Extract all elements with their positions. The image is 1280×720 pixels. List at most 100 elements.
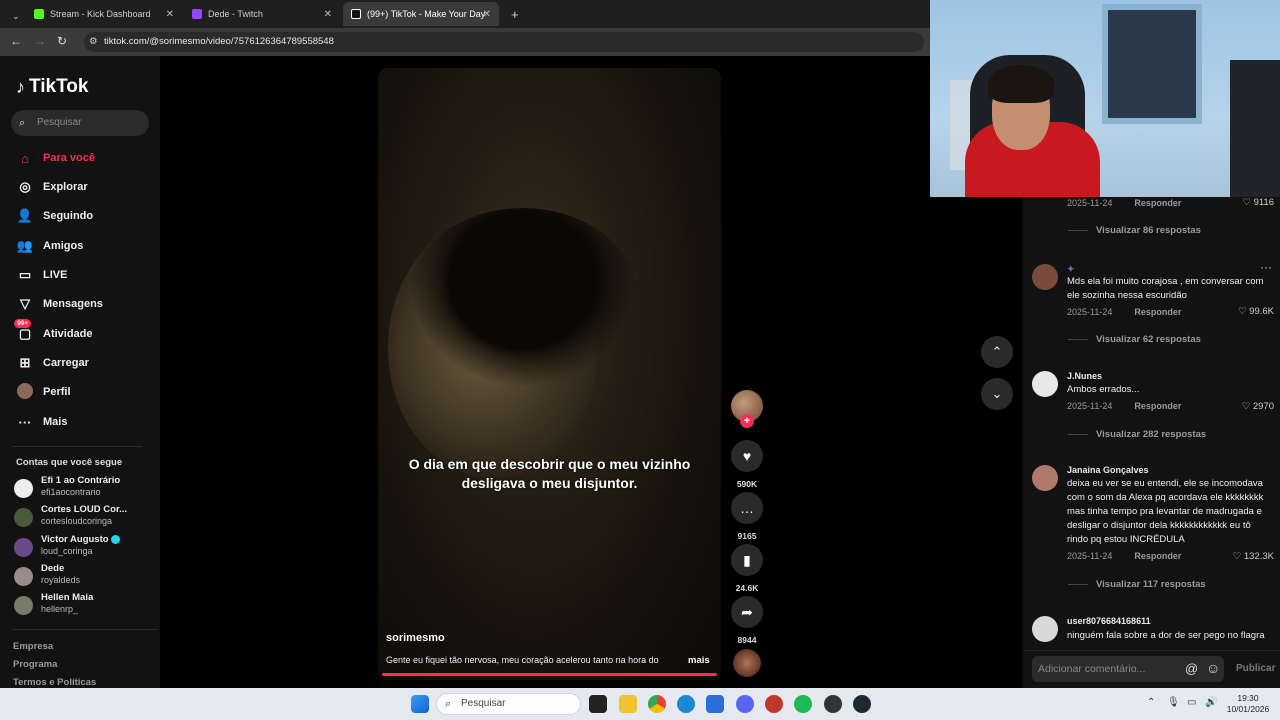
live-icon: ▭ [18, 267, 32, 282]
nav-label: Mensagens [43, 298, 103, 310]
site-info-icon[interactable]: ⚙ [89, 32, 98, 52]
nav-label: Amigos [43, 240, 84, 252]
close-icon[interactable]: ✕ [166, 9, 174, 20]
file-explorer-icon[interactable] [619, 695, 637, 713]
comment-action[interactable]: … 9165 [731, 492, 763, 541]
nav-carregar[interactable]: ⊞ Carregar [16, 353, 89, 373]
bookmark-icon[interactable]: ▮ [731, 544, 763, 576]
view-replies-button[interactable]: Visualizar 62 respostas [1096, 334, 1201, 345]
tab-tiktok[interactable]: (99+) TikTok - Make Your Day ✕ [343, 2, 499, 26]
video-player[interactable] [378, 68, 721, 680]
discord-icon[interactable] [736, 695, 754, 713]
new-tab-button[interactable]: + [503, 2, 519, 26]
share-icon[interactable]: ➦ [731, 596, 763, 628]
taskbar-search[interactable]: ⌕ Pesquisar [436, 693, 581, 715]
comment-author[interactable]: Janaina Gonçalves [1067, 465, 1149, 475]
footer-link-empresa[interactable]: Empresa [13, 641, 53, 652]
profile-icon [16, 382, 34, 402]
browser-tab-bar: ⌄ Stream - Kick Dashboard ✕ Dede - Twitc… [0, 0, 930, 28]
url-input[interactable]: ⚙ tiktok.com/@sorimesmo/video/7576126364… [84, 32, 924, 52]
nav-live[interactable]: ▭ LIVE [16, 265, 68, 285]
avatar[interactable] [1032, 371, 1058, 397]
edge-icon[interactable] [677, 695, 695, 713]
mention-icon[interactable]: @ [1185, 661, 1198, 676]
obs-icon[interactable] [824, 695, 842, 713]
reply-button[interactable]: Responder [1134, 307, 1181, 317]
follow-plus-icon[interactable]: + [740, 414, 754, 428]
reply-button[interactable]: Responder [1134, 198, 1181, 208]
heart-icon[interactable]: ♥ [731, 440, 763, 472]
account-name-text: Victor Augusto [41, 534, 109, 545]
nav-explorar[interactable]: ◎ Explorar [16, 177, 87, 197]
next-video-button[interactable]: ⌄ [981, 378, 1013, 410]
back-icon[interactable]: ← [10, 34, 22, 48]
comment-options-icon[interactable]: ··· [1260, 260, 1272, 274]
account-name: Dede [41, 563, 65, 574]
close-icon[interactable]: ✕ [324, 9, 332, 20]
close-icon[interactable]: ✕ [483, 9, 491, 20]
comment-author-emoji[interactable]: ✦ [1067, 264, 1075, 275]
video-progress-bar[interactable] [382, 673, 717, 676]
previous-video-button[interactable]: ⌃ [981, 336, 1013, 368]
share-action[interactable]: ➦ 8944 [731, 596, 763, 645]
reload-icon[interactable]: ↻ [57, 34, 67, 48]
volume-icon[interactable]: 🔊 [1205, 697, 1217, 708]
view-replies-button[interactable]: Visualizar 282 respostas [1096, 429, 1206, 440]
save-action[interactable]: ▮ 24.6K [731, 544, 763, 593]
tray-chevron-icon[interactable]: ⌃ [1147, 697, 1155, 708]
windows-start-icon[interactable] [411, 695, 429, 713]
video-author[interactable]: sorimesmo [386, 632, 445, 644]
chrome-icon[interactable] [648, 695, 666, 713]
avatar[interactable] [1032, 264, 1058, 290]
following-icon: 👤 [16, 208, 34, 223]
clock-time: 19:30 [1237, 693, 1259, 703]
outlook-icon[interactable] [706, 695, 724, 713]
search-input[interactable]: ⌕ Pesquisar [11, 110, 149, 136]
following-section-title: Contas que você segue [16, 457, 123, 468]
view-replies-button[interactable]: Visualizar 117 respostas [1096, 579, 1206, 590]
comment-like[interactable]: ♡ 99.6K [1238, 306, 1274, 317]
nav-label: LIVE [43, 269, 68, 281]
spotify-icon[interactable] [794, 695, 812, 713]
nav-para-voce[interactable]: ⌂ Para você [16, 148, 95, 168]
comment-like[interactable]: ♡ 2970 [1242, 401, 1274, 412]
tiktok-favicon-icon [351, 9, 361, 19]
avatar[interactable] [1032, 465, 1058, 491]
footer-link-programa[interactable]: Programa [13, 659, 57, 670]
app-icon[interactable] [765, 695, 783, 713]
nav-mensagens[interactable]: ▽ Mensagens [16, 294, 103, 314]
forward-icon[interactable]: → [34, 34, 46, 48]
nav-amigos[interactable]: 👥 Amigos [16, 236, 83, 256]
task-view-icon[interactable] [589, 695, 607, 713]
reply-button[interactable]: Responder [1134, 401, 1181, 411]
comment-like[interactable]: ♡ 132.3K [1233, 551, 1274, 562]
more-button[interactable]: mais [688, 655, 710, 666]
comment-icon[interactable]: … [731, 492, 763, 524]
comment-author[interactable]: user8076684168611 [1067, 616, 1151, 626]
nav-seguindo[interactable]: 👤 Seguindo [16, 206, 93, 226]
taskbar-clock[interactable]: 19:30 10/01/2026 [1222, 693, 1274, 715]
footer-link-termos[interactable]: Termos e Políticas [13, 677, 96, 688]
nav-mais[interactable]: ··· Mais [16, 412, 68, 432]
comment-author[interactable]: J.Nunes [1067, 371, 1102, 381]
music-disc-icon[interactable] [733, 649, 761, 677]
nav-label: Seguindo [43, 210, 94, 222]
nav-perfil[interactable]: Perfil [16, 382, 71, 402]
tiktok-note-icon: ♪ [16, 76, 25, 97]
tiktok-logo[interactable]: ♪ TikTok [16, 76, 88, 98]
microphone-icon[interactable]: 🎙 [1167, 697, 1180, 708]
emoji-icon[interactable]: ☺ [1206, 660, 1220, 676]
tab-list-button[interactable]: ⌄ [4, 4, 20, 28]
tab-twitch[interactable]: Dede - Twitch ✕ [184, 2, 340, 26]
like-action[interactable]: ♥ 590K [731, 440, 763, 489]
view-replies-button[interactable]: Visualizar 86 respostas [1096, 225, 1201, 236]
publish-button[interactable]: Publicar [1236, 663, 1275, 674]
comment-like[interactable]: ♡ 9116 [1242, 197, 1274, 208]
nav-atividade[interactable]: ▢ 99+ Atividade [14, 319, 93, 344]
steam-icon[interactable] [853, 695, 871, 713]
comment-text: Ambos errados... [1067, 384, 1140, 395]
reply-button[interactable]: Responder [1134, 551, 1181, 561]
tab-kick[interactable]: Stream - Kick Dashboard ✕ [26, 2, 182, 26]
network-icon[interactable]: ▭ [1187, 697, 1196, 708]
avatar[interactable] [1032, 616, 1058, 642]
